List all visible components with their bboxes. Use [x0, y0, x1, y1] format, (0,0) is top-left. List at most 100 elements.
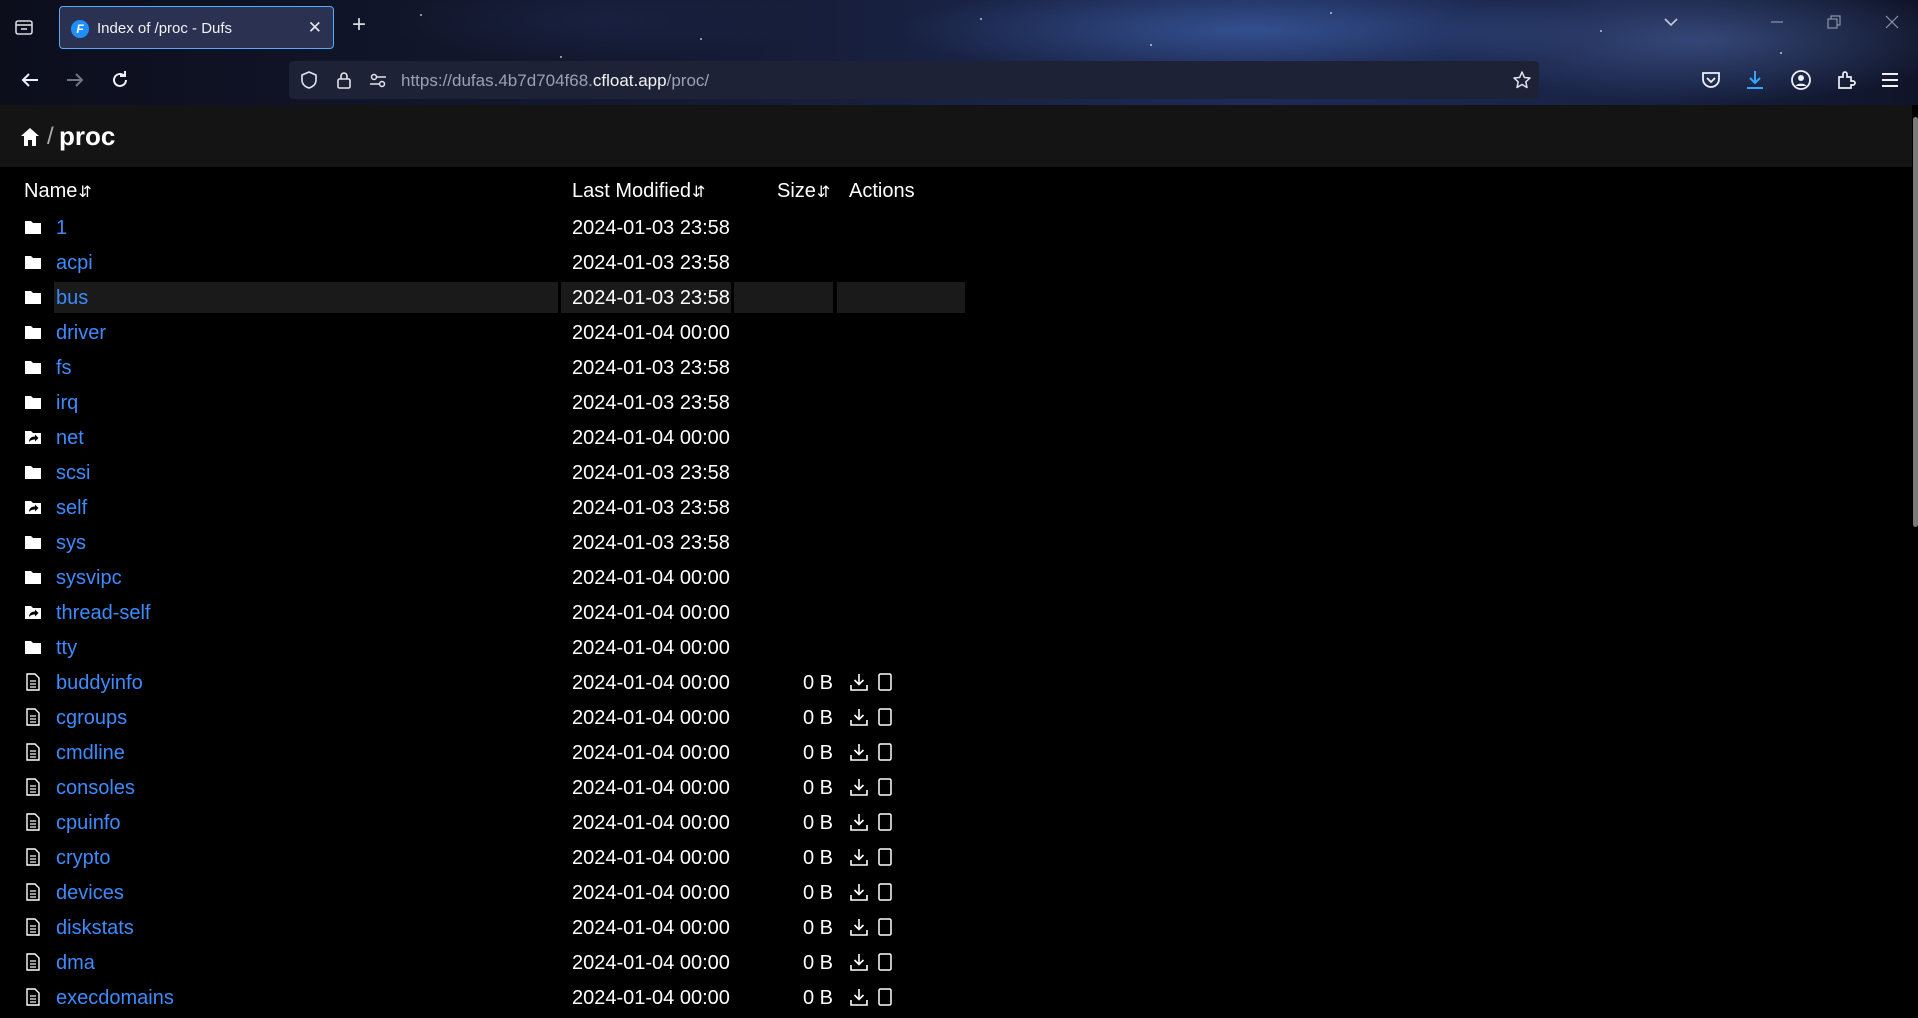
scrollbar[interactable] — [1913, 117, 1918, 527]
background-star — [560, 56, 562, 58]
file-name-link[interactable]: cpuinfo — [56, 812, 121, 835]
file-name-link[interactable]: dma — [56, 952, 95, 975]
table-row[interactable]: irq 2024-01-03 23:58 — [0, 384, 980, 419]
download-icon[interactable] — [849, 707, 869, 727]
file-name-link[interactable]: sysvipc — [56, 567, 122, 590]
close-icon[interactable]: ✕ — [308, 18, 322, 38]
table-row[interactable]: dma 2024-01-04 00:00 0 B — [0, 944, 980, 979]
table-row[interactable]: 1 2024-01-03 23:58 — [0, 209, 980, 244]
home-icon[interactable] — [20, 127, 40, 147]
table-row[interactable]: cmdline 2024-01-04 00:00 0 B — [0, 734, 980, 769]
table-row[interactable]: driver 2024-01-04 00:00 — [0, 314, 980, 349]
file-name-link[interactable]: consoles — [56, 777, 135, 800]
file-name-link[interactable]: crypto — [56, 847, 110, 870]
view-icon[interactable] — [877, 707, 893, 727]
download-icon[interactable] — [849, 882, 869, 902]
plus-icon[interactable]: + — [352, 11, 366, 39]
shield-icon[interactable] — [299, 70, 319, 90]
column-header-name[interactable]: Name⇵ — [24, 180, 92, 203]
file-name-link[interactable]: 1 — [56, 217, 67, 240]
account-icon[interactable] — [1790, 69, 1812, 91]
table-row[interactable]: execdomains 2024-01-04 00:00 0 B — [0, 979, 980, 1014]
table-row[interactable]: cgroups 2024-01-04 00:00 0 B — [0, 699, 980, 734]
chevron-down-icon[interactable] — [1663, 14, 1679, 35]
view-icon[interactable] — [877, 777, 893, 797]
table-row[interactable]: devices 2024-01-04 00:00 0 B — [0, 874, 980, 909]
lock-icon[interactable] — [334, 70, 354, 90]
file-name-link[interactable]: diskstats — [56, 917, 134, 940]
download-icon[interactable] — [849, 672, 869, 692]
pocket-icon[interactable] — [1700, 69, 1722, 91]
file-icon — [24, 778, 42, 796]
view-icon[interactable] — [877, 672, 893, 692]
table-row[interactable]: diskstats 2024-01-04 00:00 0 B — [0, 909, 980, 944]
window-close-icon[interactable] — [1884, 14, 1900, 35]
table-row[interactable]: bus 2024-01-03 23:58 — [0, 279, 980, 314]
file-name-link[interactable]: tty — [56, 637, 77, 660]
download-icon[interactable] — [1744, 69, 1766, 91]
view-icon[interactable] — [877, 952, 893, 972]
file-name-link[interactable]: acpi — [56, 252, 93, 275]
view-icon[interactable] — [877, 882, 893, 902]
url-text[interactable]: https://dufas.4b7d704f68.cfloat.app/proc… — [401, 71, 709, 91]
file-name-link[interactable]: thread-self — [56, 602, 151, 625]
table-row[interactable]: sysvipc 2024-01-04 00:00 — [0, 559, 980, 594]
file-name-link[interactable]: buddyinfo — [56, 672, 143, 695]
download-icon[interactable] — [849, 987, 869, 1007]
table-row[interactable]: scsi 2024-01-03 23:58 — [0, 454, 980, 489]
table-row[interactable]: cpuinfo 2024-01-04 00:00 0 B — [0, 804, 980, 839]
file-size: 0 B — [802, 672, 833, 694]
file-name-link[interactable]: scsi — [56, 462, 90, 485]
browser-tab[interactable]: F Index of /proc - Dufs ✕ — [59, 6, 334, 49]
view-icon[interactable] — [877, 917, 893, 937]
column-header-size[interactable]: Size⇵ — [777, 180, 830, 203]
download-icon[interactable] — [849, 742, 869, 762]
file-name-link[interactable]: bus — [56, 287, 88, 310]
table-row[interactable]: sys 2024-01-03 23:58 — [0, 524, 980, 559]
file-name-link[interactable]: sys — [56, 532, 86, 555]
view-icon[interactable] — [877, 812, 893, 832]
view-icon[interactable] — [877, 847, 893, 867]
forward-icon[interactable] — [64, 69, 86, 91]
file-name-link[interactable]: fs — [56, 357, 72, 380]
column-header-modified[interactable]: Last Modified⇵ — [572, 180, 705, 203]
file-name-link[interactable]: execdomains — [56, 987, 174, 1010]
download-icon[interactable] — [849, 847, 869, 867]
table-row[interactable]: thread-self 2024-01-04 00:00 — [0, 594, 980, 629]
table-row[interactable]: fs 2024-01-03 23:58 — [0, 349, 980, 384]
file-name-link[interactable]: self — [56, 497, 87, 520]
sort-icon[interactable]: ⇵ — [817, 184, 830, 201]
sort-icon[interactable]: ⇵ — [78, 184, 91, 201]
file-name-link[interactable]: devices — [56, 882, 124, 905]
table-row[interactable]: buddyinfo 2024-01-04 00:00 0 B — [0, 664, 980, 699]
file-name-link[interactable]: irq — [56, 392, 78, 415]
restore-icon[interactable] — [1826, 14, 1842, 35]
table-row[interactable]: tty 2024-01-04 00:00 — [0, 629, 980, 664]
back-icon[interactable] — [19, 69, 41, 91]
tab-list-icon[interactable] — [14, 17, 34, 37]
table-row[interactable]: self 2024-01-03 23:58 — [0, 489, 980, 524]
permissions-icon[interactable] — [368, 70, 388, 90]
file-name-link[interactable]: cmdline — [56, 742, 125, 765]
file-name-link[interactable]: cgroups — [56, 707, 127, 730]
download-icon[interactable] — [849, 917, 869, 937]
minimize-icon[interactable] — [1769, 14, 1785, 35]
download-icon[interactable] — [849, 952, 869, 972]
menu-icon[interactable] — [1879, 69, 1901, 91]
download-icon[interactable] — [849, 812, 869, 832]
sort-icon[interactable]: ⇵ — [692, 184, 705, 201]
table-row[interactable]: acpi 2024-01-03 23:58 — [0, 244, 980, 279]
view-icon[interactable] — [877, 987, 893, 1007]
url-bar[interactable]: https://dufas.4b7d704f68.cfloat.app/proc… — [289, 61, 1539, 99]
file-name-link[interactable]: net — [56, 427, 84, 450]
extensions-icon[interactable] — [1835, 69, 1857, 91]
table-row[interactable]: consoles 2024-01-04 00:00 0 B — [0, 769, 980, 804]
table-row[interactable]: net 2024-01-04 00:00 — [0, 419, 980, 454]
table-row[interactable]: crypto 2024-01-04 00:00 0 B — [0, 839, 980, 874]
download-icon[interactable] — [849, 777, 869, 797]
file-name-link[interactable]: driver — [56, 322, 106, 345]
view-icon[interactable] — [877, 742, 893, 762]
last-modified: 2024-01-03 23:58 — [572, 357, 730, 379]
star-icon[interactable] — [1512, 70, 1532, 90]
reload-icon[interactable] — [109, 69, 131, 91]
